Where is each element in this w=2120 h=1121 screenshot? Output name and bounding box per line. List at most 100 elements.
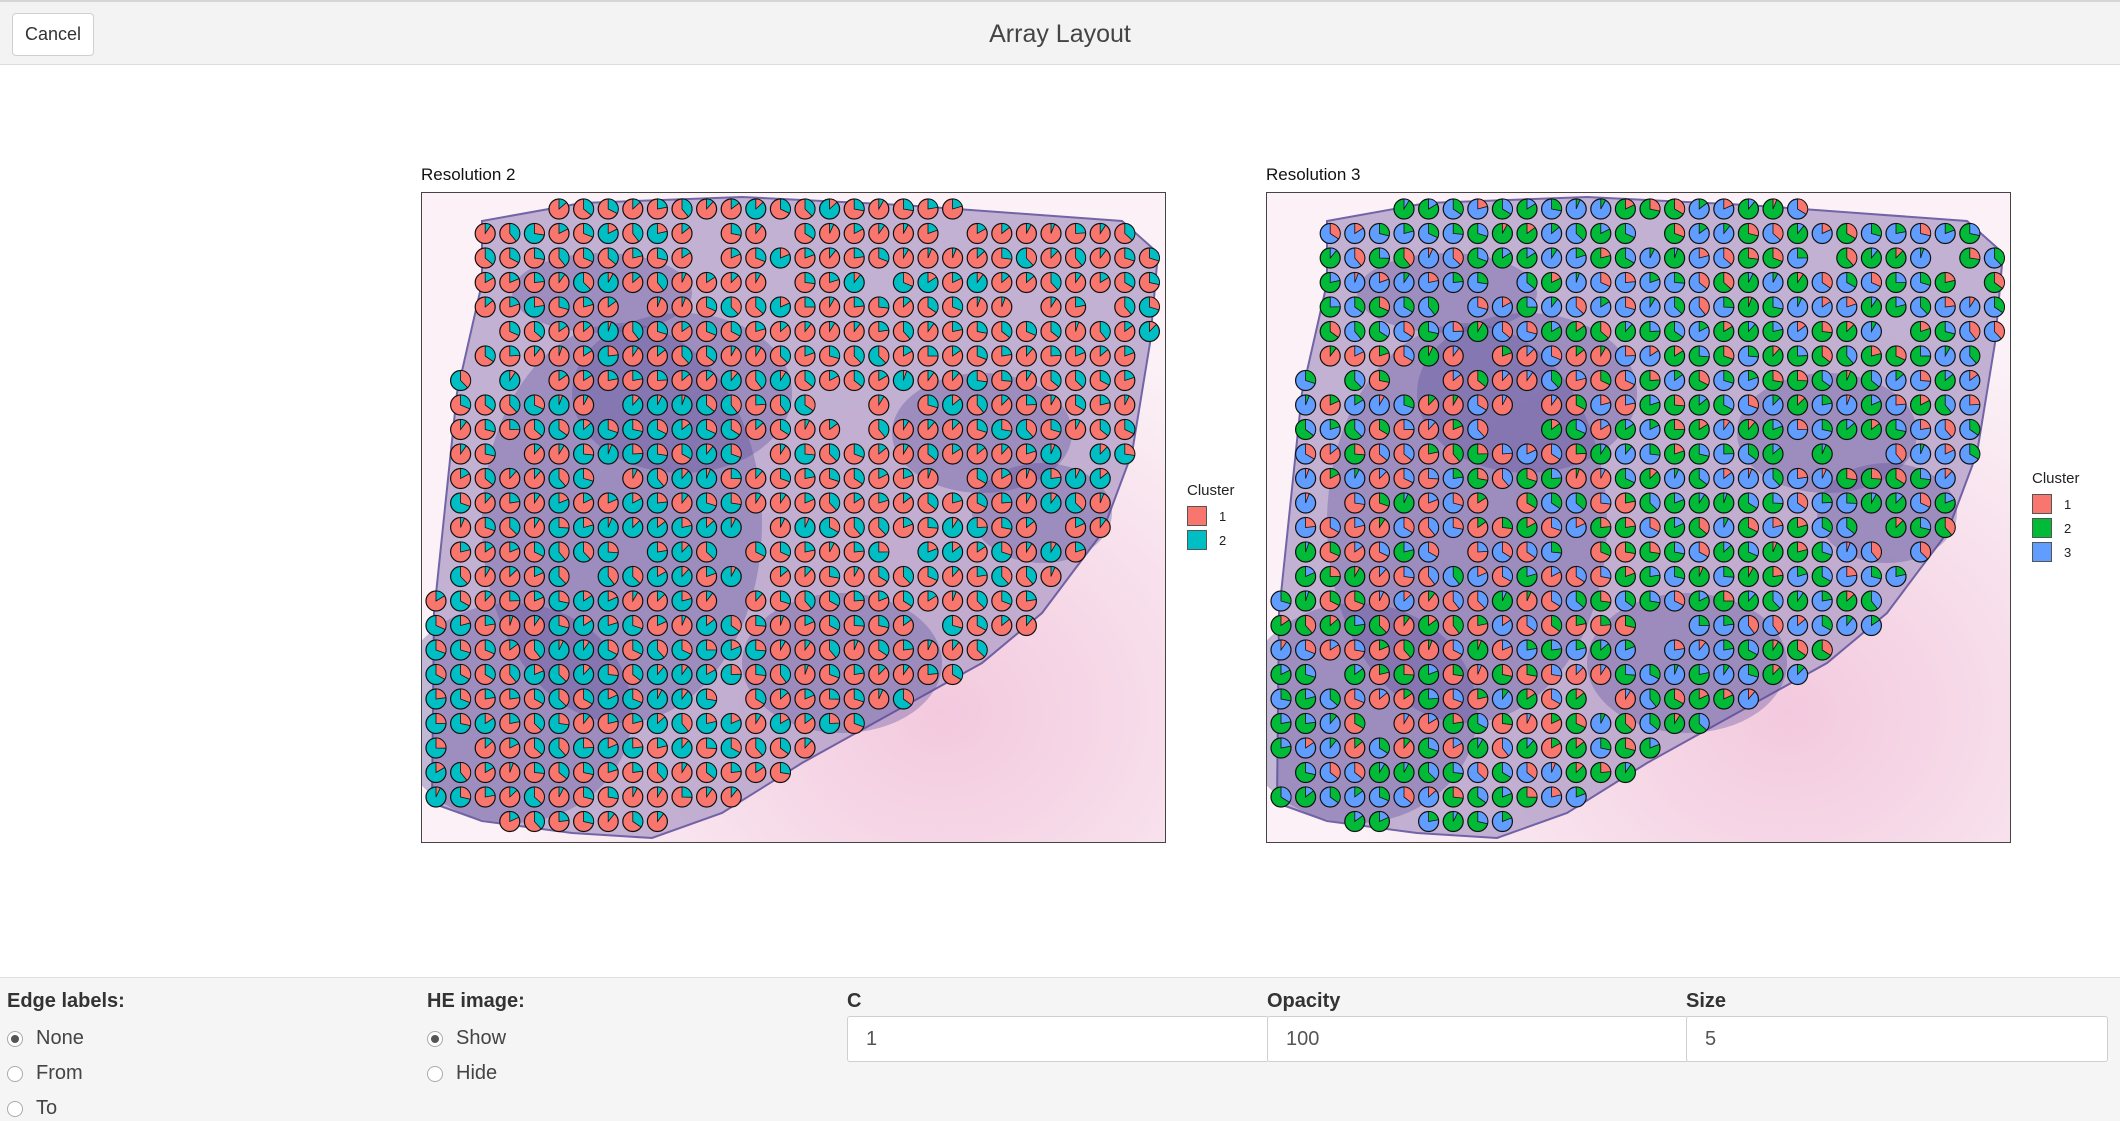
spot xyxy=(671,786,693,808)
spot xyxy=(622,565,644,588)
spot xyxy=(1319,345,1341,367)
spot xyxy=(1294,565,1317,588)
spot xyxy=(1491,345,1513,367)
spot xyxy=(1344,688,1366,710)
spot xyxy=(1393,516,1415,539)
spot xyxy=(1491,786,1513,808)
spot xyxy=(1860,394,1883,416)
spot xyxy=(1565,590,1587,612)
spot xyxy=(1737,369,1759,392)
spot xyxy=(1344,541,1366,563)
spot xyxy=(892,271,914,294)
radio-edge-from[interactable]: From xyxy=(7,1062,83,1085)
spot xyxy=(1040,394,1062,416)
spot xyxy=(1418,320,1440,343)
spot xyxy=(671,394,693,416)
spot xyxy=(1565,418,1587,441)
radio-button[interactable] xyxy=(7,1030,23,1047)
spot xyxy=(573,639,595,661)
spot xyxy=(1368,516,1391,539)
spot xyxy=(1040,247,1062,269)
spot xyxy=(819,614,841,637)
spot xyxy=(868,345,890,367)
radio-edge-none[interactable]: None xyxy=(7,1027,84,1050)
spot xyxy=(1590,345,1612,367)
spot xyxy=(917,320,939,343)
spot xyxy=(1959,222,1981,245)
spot xyxy=(1885,467,1907,490)
spot xyxy=(1516,369,1538,392)
spot xyxy=(1089,467,1111,490)
spot xyxy=(1860,467,1883,490)
spot xyxy=(597,369,619,392)
spot xyxy=(720,663,742,686)
spot xyxy=(1737,688,1759,710)
spot xyxy=(892,443,914,465)
spot xyxy=(1762,222,1784,245)
spot xyxy=(622,418,644,441)
spot xyxy=(696,541,718,563)
opacity-input[interactable]: 100 xyxy=(1267,1016,1689,1062)
radio-he-hide[interactable]: Hide xyxy=(427,1062,497,1085)
spot xyxy=(597,492,619,514)
radio-button[interactable] xyxy=(7,1100,23,1117)
spot xyxy=(769,737,791,759)
spot xyxy=(1491,639,1513,661)
spot xyxy=(769,761,791,784)
spot xyxy=(1786,467,1809,490)
spot xyxy=(646,320,668,343)
spot xyxy=(1565,761,1587,784)
spot xyxy=(474,761,496,784)
spot xyxy=(1860,320,1883,343)
spot xyxy=(1885,394,1907,416)
spot xyxy=(1393,639,1415,661)
spot xyxy=(523,712,546,735)
spot xyxy=(991,565,1013,588)
legend-swatch xyxy=(1187,530,1207,550)
spot xyxy=(1015,369,1038,392)
spot xyxy=(819,516,841,539)
spot xyxy=(671,467,693,490)
radio-he-show[interactable]: Show xyxy=(427,1027,506,1050)
spot xyxy=(1467,492,1489,514)
spot xyxy=(1664,418,1686,441)
spot xyxy=(1516,320,1538,343)
spot xyxy=(917,492,939,514)
spot xyxy=(868,492,890,514)
spot xyxy=(646,394,668,416)
spot xyxy=(548,345,570,367)
spot xyxy=(1590,222,1612,245)
spot xyxy=(1836,418,1858,441)
spot xyxy=(868,247,890,269)
spot xyxy=(1811,271,1833,294)
spot xyxy=(966,443,988,465)
radio-button[interactable] xyxy=(427,1030,443,1047)
spot xyxy=(991,271,1013,294)
spot xyxy=(1114,394,1136,416)
spot xyxy=(1614,222,1636,245)
size-input[interactable]: 5 xyxy=(1686,1016,2108,1062)
c-input[interactable]: 1 xyxy=(847,1016,1269,1062)
spot xyxy=(646,786,668,808)
radio-edge-to[interactable]: To xyxy=(7,1097,57,1120)
spot xyxy=(720,761,742,784)
spot xyxy=(1467,443,1489,465)
spot xyxy=(1491,394,1513,416)
spot xyxy=(1294,369,1317,392)
spot xyxy=(671,296,693,318)
spot xyxy=(720,737,742,759)
spot xyxy=(523,590,546,612)
spot xyxy=(1909,320,1932,343)
spot xyxy=(425,712,447,735)
spot xyxy=(1040,369,1062,392)
spot xyxy=(548,418,570,441)
spot xyxy=(499,688,521,710)
radio-button[interactable] xyxy=(7,1065,23,1082)
spot xyxy=(1393,614,1415,637)
spot xyxy=(1811,541,1833,563)
spot xyxy=(769,247,791,269)
radio-button[interactable] xyxy=(427,1065,443,1082)
spot xyxy=(794,663,816,686)
spot xyxy=(868,467,890,490)
spot xyxy=(1713,222,1735,245)
